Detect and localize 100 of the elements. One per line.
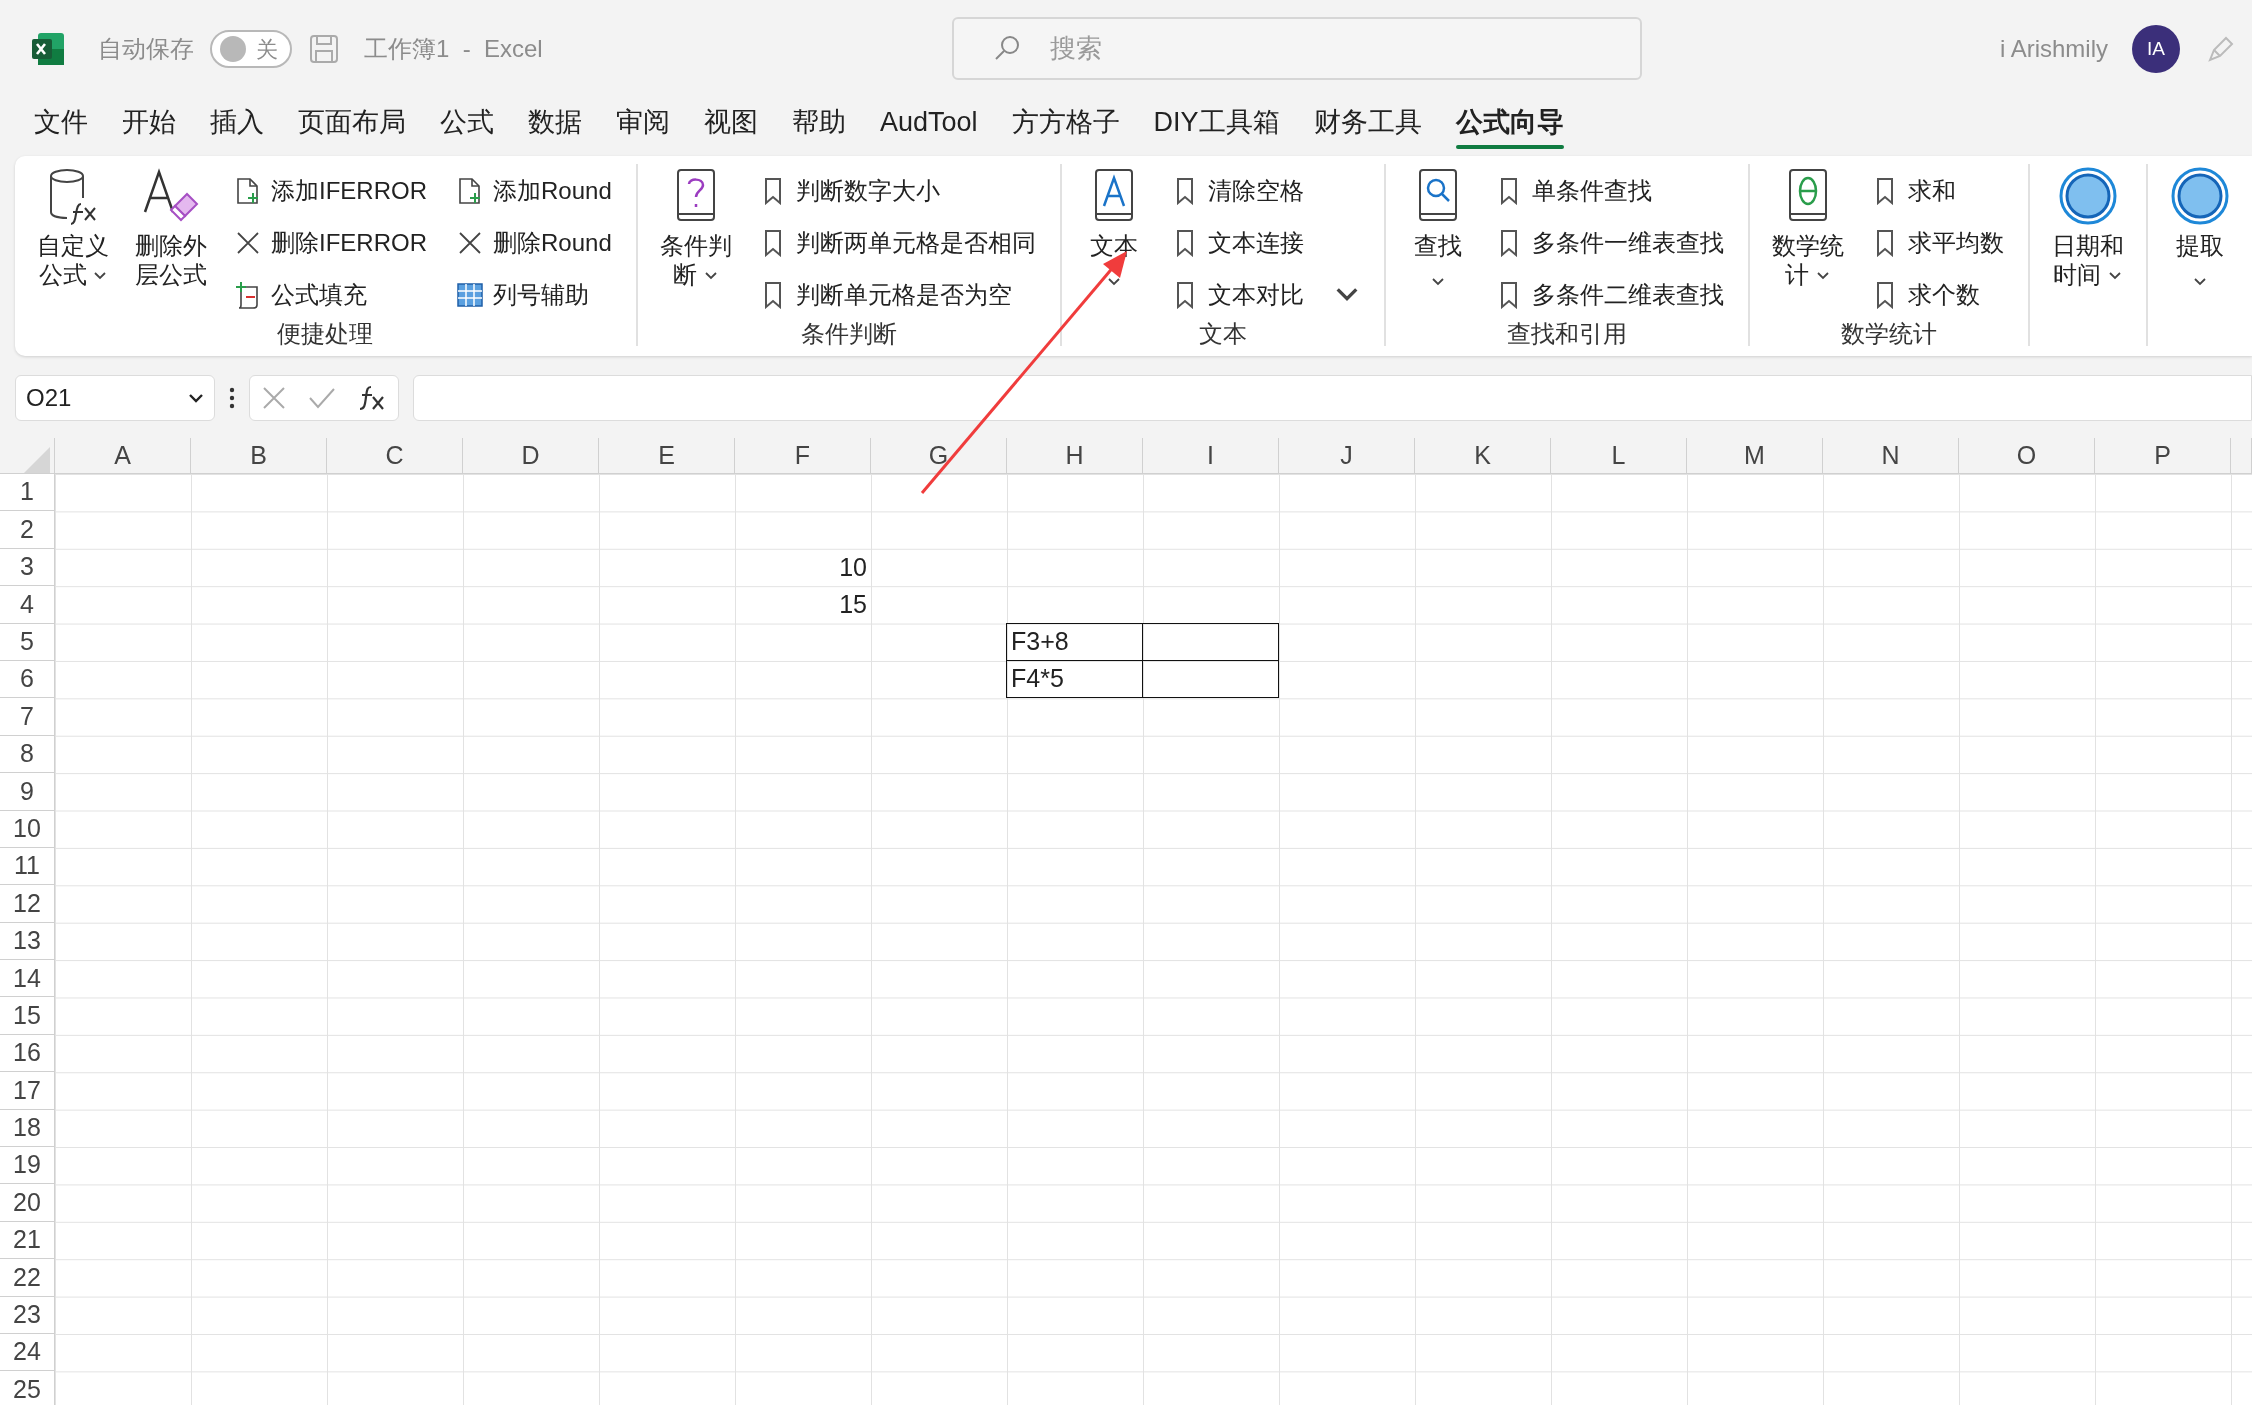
column-header[interactable]: J	[1279, 438, 1415, 474]
ribbon-item[interactable]: 添加Round	[449, 166, 620, 216]
ribbon-button[interactable]: 数学统 计	[1765, 164, 1850, 320]
select-all-button[interactable]	[0, 438, 55, 474]
ribbon-button[interactable]: 自定义 公式	[31, 164, 115, 320]
table-cell: F4*5	[1006, 659, 1143, 699]
row-header[interactable]: 22	[0, 1259, 55, 1297]
ribbon-item[interactable]: 删除IFERROR	[227, 218, 435, 268]
row-header[interactable]: 15	[0, 997, 55, 1035]
save-icon[interactable]	[308, 33, 340, 65]
row-header[interactable]: 1	[0, 474, 55, 512]
row-header[interactable]: 20	[0, 1184, 55, 1222]
row-header[interactable]: 11	[0, 847, 55, 886]
menu-tab[interactable]: 页面布局	[284, 98, 420, 149]
more-options-icon[interactable]	[229, 386, 235, 410]
column-header[interactable]: E	[599, 438, 735, 474]
column-header[interactable]: C	[327, 438, 463, 474]
menu-tab[interactable]: 公式	[426, 98, 508, 149]
ribbon-item[interactable]: 列号辅助	[449, 270, 620, 320]
ribbon-item[interactable]: 添加IFERROR	[227, 166, 435, 216]
column-header[interactable]: D	[463, 438, 599, 474]
menu-tab[interactable]: 插入	[196, 98, 278, 149]
row-header[interactable]: 23	[0, 1296, 55, 1334]
ribbon-item[interactable]: 清除空格	[1163, 166, 1368, 216]
ribbon-item[interactable]: 判断两单元格是否相同	[751, 218, 1044, 268]
column-header[interactable]	[2231, 438, 2252, 474]
menu-tab[interactable]: 数据	[514, 98, 596, 149]
ribbon-item[interactable]: 判断数字大小	[751, 166, 1044, 216]
menu-tab[interactable]: 方方格子	[997, 98, 1134, 149]
dropdown-caret-icon	[188, 392, 204, 404]
menu-tab[interactable]: 视图	[690, 98, 772, 149]
ribbon-button[interactable]: 日期和 时间	[2045, 164, 2130, 346]
ribbon-item[interactable]: 删除Round	[449, 218, 620, 268]
ribbon-item[interactable]: 文本对比	[1163, 270, 1368, 320]
check-icon[interactable]	[308, 386, 336, 410]
row-header[interactable]: 25	[0, 1371, 55, 1405]
row-header[interactable]: 10	[0, 810, 55, 848]
column-header[interactable]: F	[735, 438, 871, 474]
group-label: 便捷处理	[277, 320, 374, 349]
scroll-icon	[235, 281, 261, 309]
column-header[interactable]: N	[1823, 438, 1959, 474]
row-header[interactable]: 8	[0, 735, 55, 774]
ribbon-button[interactable]: 删除外 层公式	[129, 164, 213, 320]
row-header[interactable]: 5	[0, 623, 55, 661]
row-header[interactable]: 16	[0, 1034, 55, 1073]
column-header[interactable]: B	[191, 438, 327, 474]
avatar[interactable]: IA	[2132, 25, 2180, 73]
row-header[interactable]: 13	[0, 922, 55, 961]
row-header[interactable]: 17	[0, 1072, 55, 1110]
table-cell-text: 15	[838, 589, 868, 621]
column-header[interactable]: H	[1007, 438, 1143, 474]
ribbon-item[interactable]: 求平均数	[1863, 218, 2012, 268]
column-header[interactable]: L	[1551, 438, 1687, 474]
row-header[interactable]: 18	[0, 1109, 55, 1148]
ribbon-button[interactable]: 提取	[2163, 164, 2236, 346]
column-header[interactable]: M	[1687, 438, 1823, 474]
row-header[interactable]: 14	[0, 960, 55, 998]
row-header[interactable]: 2	[0, 511, 55, 549]
row-header[interactable]: 6	[0, 660, 55, 699]
menu-tab[interactable]: 公式向导	[1441, 98, 1578, 149]
column-header[interactable]: A	[55, 438, 191, 474]
formula-input[interactable]	[413, 375, 2252, 421]
column-header[interactable]: O	[1959, 438, 2095, 474]
menu-tab[interactable]: 财务工具	[1299, 98, 1436, 149]
menu-tab[interactable]: DIY工具箱	[1139, 98, 1294, 149]
row-header[interactable]: 12	[0, 885, 55, 923]
menu-tab[interactable]: 文件	[20, 98, 102, 149]
autosave-label: 自动保存	[98, 34, 194, 64]
ribbon-item[interactable]: 多条件一维表查找	[1487, 218, 1732, 268]
row-header[interactable]: 21	[0, 1221, 55, 1260]
name-box[interactable]: O21	[15, 375, 215, 421]
row-header[interactable]: 7	[0, 698, 55, 736]
ribbon-item[interactable]: 公式填充	[227, 270, 435, 320]
row-header[interactable]: 24	[0, 1334, 55, 1372]
menu-tab[interactable]: 开始	[108, 98, 190, 149]
ribbon-item[interactable]: 文本连接	[1163, 218, 1368, 268]
column-header[interactable]: P	[2095, 438, 2231, 474]
ribbon-button[interactable]: 查找	[1401, 164, 1474, 320]
cancel-icon[interactable]	[260, 385, 287, 411]
column-header[interactable]: G	[871, 438, 1007, 474]
menu-tab[interactable]: 帮助	[778, 98, 860, 149]
row-header[interactable]: 9	[0, 773, 55, 811]
menu-tab[interactable]: 审阅	[602, 98, 684, 149]
corner-triangle-icon	[24, 447, 50, 473]
row-header[interactable]: 19	[0, 1147, 55, 1185]
ribbon-button[interactable]: 条件判 断	[653, 164, 738, 320]
ribbon-item[interactable]: 求个数	[1863, 270, 2012, 320]
ribbon-item[interactable]: 单条件查找	[1487, 166, 1732, 216]
row-header[interactable]: 4	[0, 586, 55, 624]
ribbon-item[interactable]: 求和	[1863, 166, 2012, 216]
group-label: 条件判断	[800, 320, 897, 349]
table-cell: F3+8	[1006, 622, 1143, 661]
search-field[interactable]: 搜索	[952, 17, 1642, 80]
ribbon-item[interactable]: 判断单元格是否为空	[751, 270, 1044, 320]
column-header[interactable]: K	[1415, 438, 1551, 474]
menu-tab[interactable]: AudTool	[866, 98, 992, 149]
document-add-icon	[235, 177, 261, 205]
ribbon-item[interactable]: 多条件二维表查找	[1487, 270, 1732, 320]
row-header[interactable]: 3	[0, 548, 55, 587]
column-header[interactable]: I	[1143, 438, 1279, 474]
